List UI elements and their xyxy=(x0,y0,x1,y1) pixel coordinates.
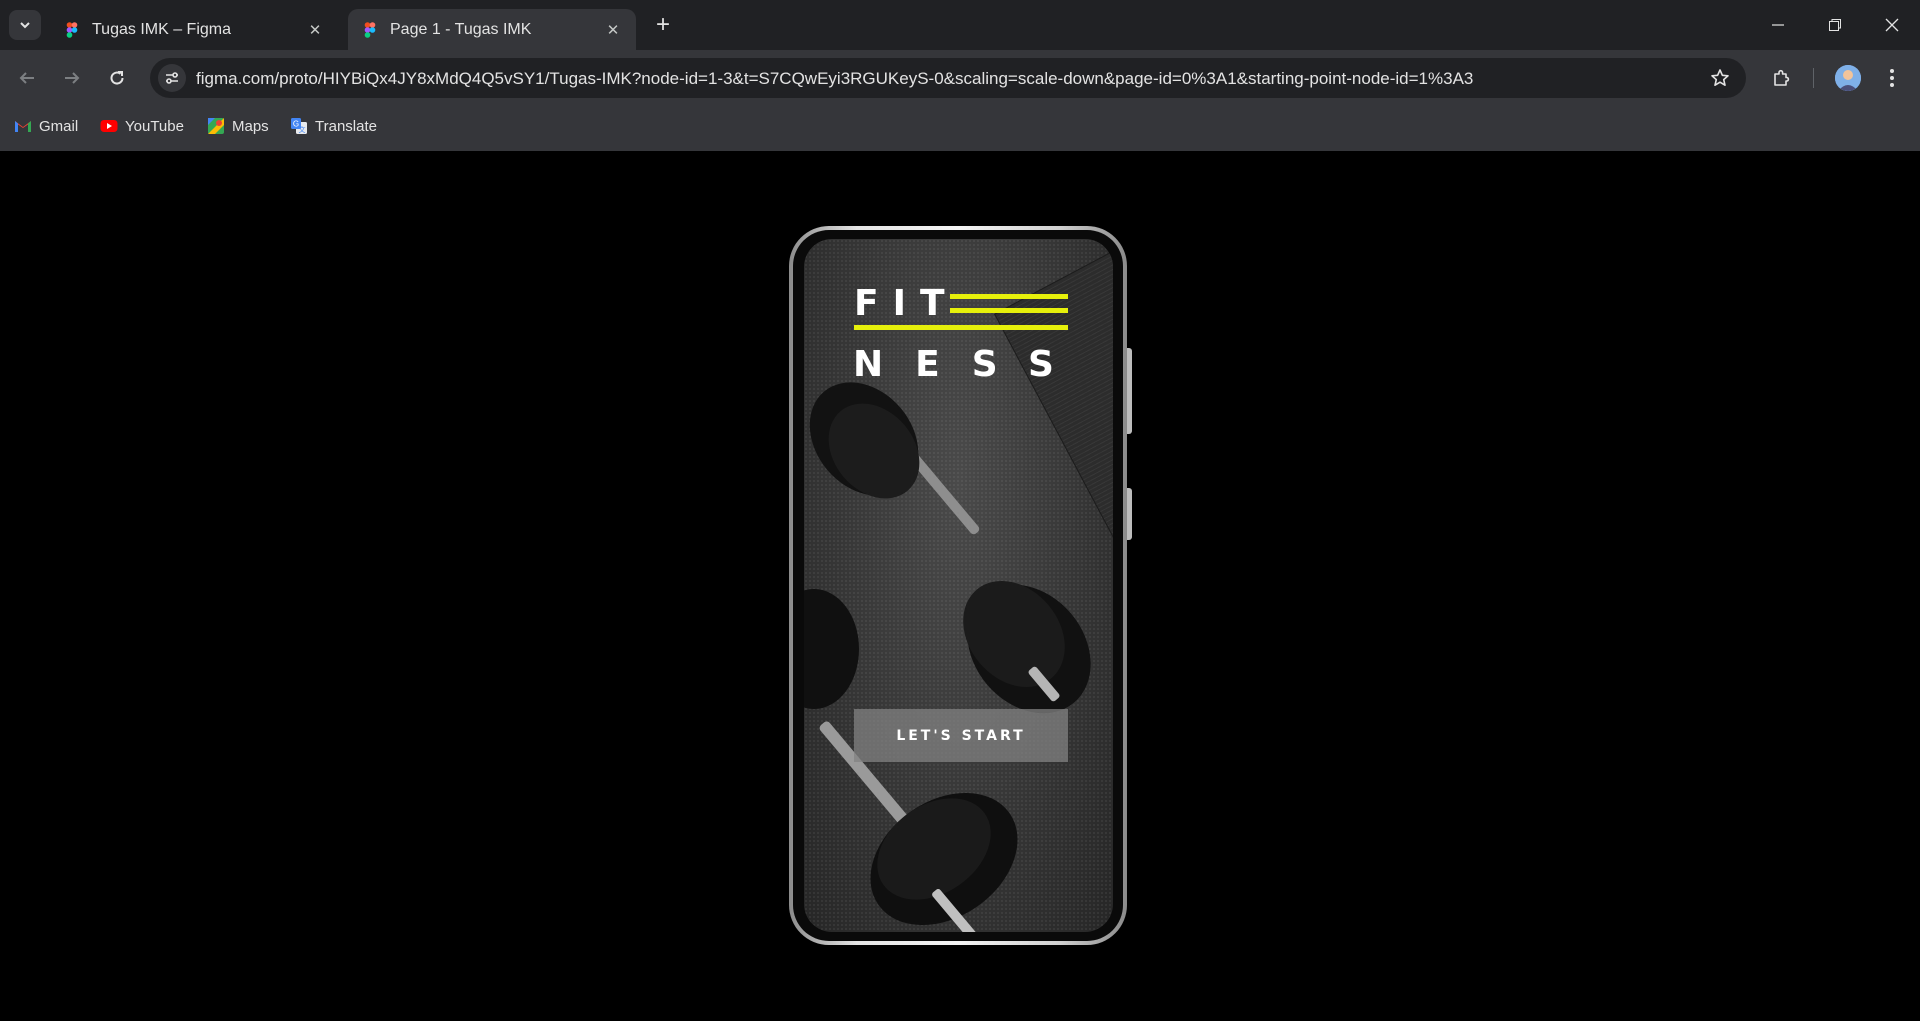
tab-search-button[interactable] xyxy=(9,10,41,40)
figma-icon xyxy=(66,21,78,38)
minimize-button[interactable] xyxy=(1749,0,1806,50)
minimize-icon xyxy=(1771,24,1784,26)
youtube-icon xyxy=(100,120,118,132)
extensions-button[interactable] xyxy=(1765,62,1797,94)
bookmark-label: Translate xyxy=(315,117,377,135)
puzzle-icon xyxy=(1774,69,1790,86)
lets-start-button[interactable]: LET'S START xyxy=(854,709,1068,762)
bookmark-maps[interactable]: Maps xyxy=(207,112,269,140)
close-icon[interactable]: ✕ xyxy=(602,19,624,41)
phone-side-button xyxy=(1127,348,1132,434)
logo-accent-line xyxy=(950,308,1068,313)
toolbar-divider xyxy=(1813,68,1814,88)
reload-button[interactable] xyxy=(101,62,133,94)
profile-avatar[interactable] xyxy=(1835,65,1861,91)
bookmarks-bar: Gmail YouTube Maps G 文 Translate xyxy=(0,112,800,140)
figma-icon xyxy=(364,21,376,38)
bookmark-translate[interactable]: G 文 Translate xyxy=(290,112,377,140)
site-info-button[interactable] xyxy=(158,64,186,92)
dumbbell-image xyxy=(804,382,1091,932)
new-tab-button[interactable]: + xyxy=(650,11,676,38)
logo-ness-text: NESS xyxy=(853,344,1086,385)
url-text[interactable]: figma.com/proto/HIYBiQx4JY8xMdQ4Q5vSY1/T… xyxy=(196,69,1473,89)
bookmark-youtube[interactable]: YouTube xyxy=(100,112,184,140)
tab-strip: Tugas IMK – Figma ✕ Page 1 - Tugas IMK ✕… xyxy=(0,0,1920,50)
restore-icon xyxy=(1828,19,1841,31)
translate-icon: G 文 xyxy=(291,118,307,134)
phone-frame: FIT NESS LET'S START xyxy=(789,226,1132,945)
restore-button[interactable] xyxy=(1806,0,1863,50)
tab-title: Tugas IMK – Figma xyxy=(92,20,232,38)
chevron-down-icon xyxy=(20,22,30,29)
tab-figma-file[interactable]: Tugas IMK – Figma ✕ xyxy=(50,9,338,50)
logo-fit-text: FIT xyxy=(854,283,959,324)
arrow-left-icon xyxy=(19,72,34,84)
menu-button[interactable] xyxy=(1876,62,1908,94)
close-icon xyxy=(1885,18,1898,32)
more-vert-icon xyxy=(1890,69,1894,87)
close-icon[interactable]: ✕ xyxy=(304,19,326,41)
bookmark-label: YouTube xyxy=(125,117,184,135)
tune-icon xyxy=(166,72,178,84)
bookmark-star-button[interactable] xyxy=(1708,66,1732,90)
tab-title: Page 1 - Tugas IMK xyxy=(390,20,532,38)
avatar-icon xyxy=(1835,65,1861,91)
logo-accent-line xyxy=(950,294,1068,299)
reload-icon xyxy=(110,71,124,85)
phone-side-button xyxy=(1127,488,1132,540)
logo-accent-line xyxy=(854,325,1068,330)
forward-button[interactable] xyxy=(56,62,88,94)
tab-prototype[interactable]: Page 1 - Tugas IMK ✕ xyxy=(348,9,636,50)
maps-icon xyxy=(208,118,224,134)
arrow-right-icon xyxy=(65,72,80,84)
back-button[interactable] xyxy=(11,62,43,94)
star-icon xyxy=(1711,69,1729,86)
gmail-icon xyxy=(15,121,31,132)
address-bar[interactable]: figma.com/proto/HIYBiQx4JY8xMdQ4Q5vSY1/T… xyxy=(150,58,1746,98)
svg-text:文: 文 xyxy=(299,125,306,134)
bookmark-label: Gmail xyxy=(39,117,79,135)
window-close-button[interactable] xyxy=(1863,0,1920,50)
app-screen: FIT NESS LET'S START xyxy=(804,239,1113,932)
bookmark-label: Maps xyxy=(232,117,269,135)
bookmark-gmail[interactable]: Gmail xyxy=(14,112,78,140)
